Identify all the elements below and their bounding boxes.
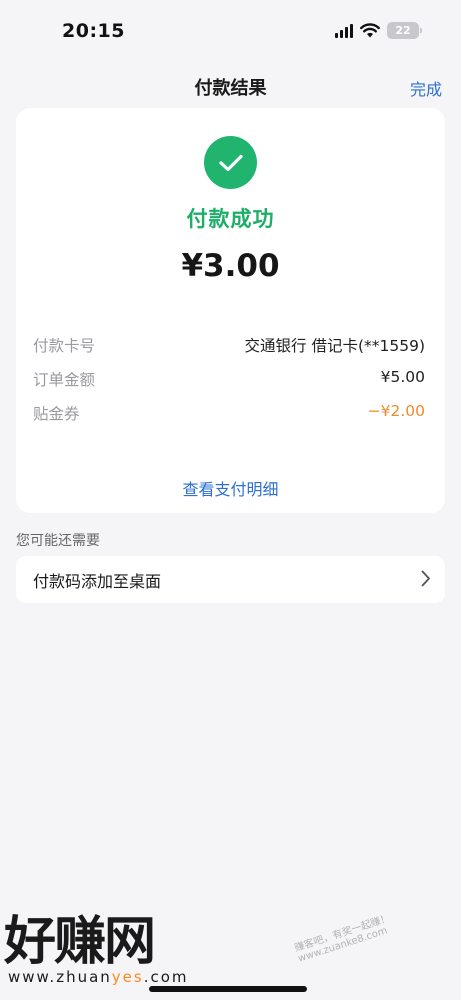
detail-label: 付款卡号	[33, 337, 96, 355]
payment-status: 付款成功	[186, 207, 275, 231]
suggestion-label: 付款码添加至桌面	[33, 572, 162, 591]
status-icons: 22	[335, 22, 422, 39]
suggestion-item[interactable]: 付款码添加至桌面	[16, 556, 445, 603]
detail-label: 贴金券	[33, 405, 80, 423]
suggestions-title: 您可能还需要	[16, 533, 100, 549]
done-button[interactable]: 完成	[410, 76, 442, 100]
detail-value-discount: −¥2.00	[367, 402, 425, 420]
status-time: 20:15	[62, 20, 125, 42]
payment-result-card: 付款成功 ¥3.00 付款卡号 交通银行 借记卡(**1559) 订单金额 ¥5…	[16, 108, 445, 513]
detail-row-card: 付款卡号 交通银行 借记卡(**1559)	[33, 334, 425, 356]
signal-icon	[335, 23, 353, 38]
chevron-right-icon	[421, 570, 431, 591]
wifi-icon	[360, 23, 380, 38]
check-circle-icon	[204, 136, 257, 189]
payment-amount: ¥3.00	[181, 248, 280, 284]
detail-label: 订单金额	[33, 371, 96, 389]
battery-level: 22	[395, 24, 411, 37]
page-title: 付款结果	[194, 78, 267, 99]
detail-value: ¥5.00	[380, 368, 425, 386]
view-payment-details-link[interactable]: 查看支付明细	[16, 476, 445, 500]
detail-row-order-amount: 订单金额 ¥5.00	[33, 368, 425, 390]
watermark-slogan: 赚客吧，有奖一起赚！www.zuanke8.com	[293, 912, 392, 965]
status-bar: 20:15 22	[0, 0, 461, 62]
home-indicator[interactable]	[149, 986, 307, 992]
watermark-url: www.zhuanyes.com	[8, 968, 189, 986]
detail-value: 交通银行 借记卡(**1559)	[244, 337, 425, 355]
battery-icon: 22	[387, 22, 422, 39]
detail-row-coupon: 贴金券 −¥2.00	[33, 402, 425, 424]
watermark-logo: 好赚网	[4, 912, 156, 972]
